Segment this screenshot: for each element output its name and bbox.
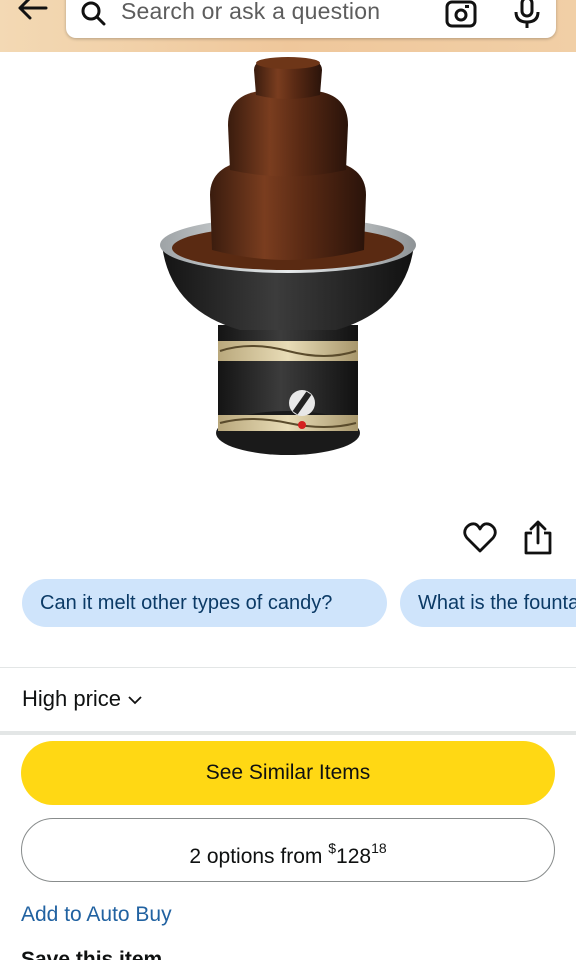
search-bar[interactable]: Search or ask a question (66, 0, 556, 38)
heart-icon[interactable] (462, 520, 498, 556)
price-whole: 128 (336, 845, 372, 868)
search-icon (81, 1, 106, 26)
share-icon[interactable] (521, 519, 555, 557)
question-chips: Can it melt other types of candy? What i… (0, 579, 576, 629)
search-input[interactable]: Search or ask a question (121, 0, 380, 25)
price-fraction: 18 (371, 840, 387, 856)
add-to-auto-buy-link[interactable]: Add to Auto Buy (21, 903, 172, 927)
price-currency: $ (328, 840, 337, 856)
section-divider (0, 731, 576, 735)
divider (0, 667, 576, 668)
price-filter-dropdown[interactable]: High price (22, 686, 143, 712)
question-chip[interactable]: Can it melt other types of candy? (22, 579, 387, 627)
product-image-chocolate-fountain[interactable] (150, 55, 426, 485)
question-chip[interactable]: What is the fountain (400, 579, 576, 627)
see-similar-items-button[interactable]: See Similar Items (21, 741, 555, 805)
options-label: 2 options from (189, 845, 329, 868)
back-arrow-icon[interactable] (12, 0, 52, 28)
top-header: Search or ask a question (0, 0, 576, 52)
camera-icon[interactable] (444, 0, 478, 30)
chevron-down-icon (128, 696, 142, 705)
buying-options-button[interactable]: 2 options from $12818 (21, 818, 555, 882)
mic-icon[interactable] (510, 0, 544, 30)
save-this-item-heading[interactable]: Save this item (21, 948, 162, 960)
price-filter-label: High price (22, 686, 122, 711)
